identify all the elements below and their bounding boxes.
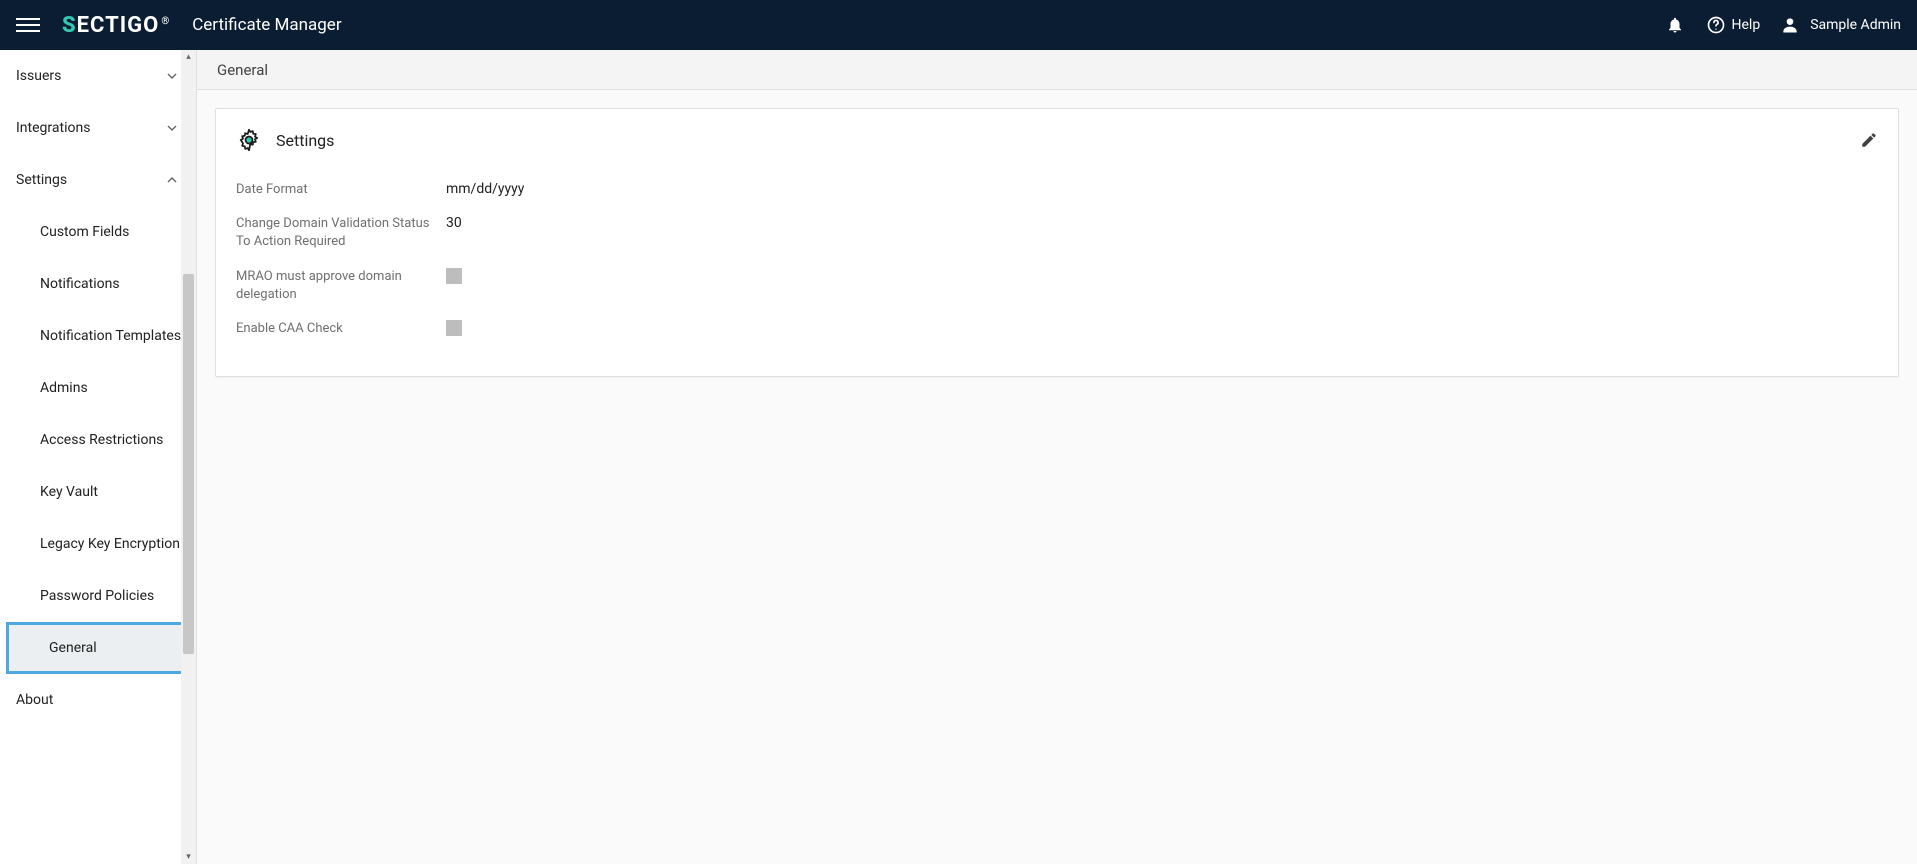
sidebar-item-legacy-key-encryption[interactable]: Legacy Key Encryption xyxy=(0,518,196,570)
sidebar-scrollbar[interactable]: ▴ ▾ xyxy=(181,50,196,864)
scroll-track[interactable] xyxy=(181,64,196,850)
sidebar-item-general[interactable]: General xyxy=(6,622,190,674)
sidebar-item-label: Notifications xyxy=(40,276,120,292)
settings-card: Settings Date Format mm/dd/yyyy Change D… xyxy=(215,108,1899,377)
sidebar-item-key-vault[interactable]: Key Vault xyxy=(0,466,196,518)
sidebar-item-about[interactable]: About xyxy=(0,674,196,726)
field-label: MRAO must approve domain delegation xyxy=(236,268,446,304)
sidebar-item-label: Issuers xyxy=(16,68,61,84)
field-value: 30 xyxy=(446,215,462,231)
scroll-thumb[interactable] xyxy=(183,274,194,654)
chevron-up-icon xyxy=(164,172,180,188)
sidebar-item-label: Password Policies xyxy=(40,588,154,604)
user-menu[interactable]: Sample Admin xyxy=(1780,15,1901,35)
sidebar-item-password-policies[interactable]: Password Policies xyxy=(0,570,196,622)
menu-icon[interactable] xyxy=(16,13,40,37)
row-enable-caa: Enable CAA Check xyxy=(236,312,1878,348)
checkbox-caa[interactable] xyxy=(446,320,462,336)
sidebar-item-label: Legacy Key Encryption xyxy=(40,536,180,552)
sidebar-item-label: Custom Fields xyxy=(40,224,129,240)
bell-icon[interactable] xyxy=(1664,14,1686,36)
sidebar-item-label: Admins xyxy=(40,380,88,396)
edit-button[interactable] xyxy=(1860,131,1878,149)
sidebar-item-label: Key Vault xyxy=(40,484,98,500)
app-title: Certificate Manager xyxy=(192,15,341,35)
sidebar-item-label: Notification Templates xyxy=(40,328,181,344)
sidebar-item-label: About xyxy=(16,692,53,708)
top-bar: S ECTIGO ® Certificate Manager Help Samp… xyxy=(0,0,1917,50)
chevron-down-icon xyxy=(164,120,180,136)
scroll-up-icon[interactable]: ▴ xyxy=(186,50,191,64)
sidebar-item-custom-fields[interactable]: Custom Fields xyxy=(0,206,196,258)
sidebar-item-label: Settings xyxy=(16,172,67,188)
field-value: mm/dd/yyyy xyxy=(446,181,524,197)
sidebar: Issuers Integrations Settings Custom Fie… xyxy=(0,50,197,864)
gear-icon xyxy=(236,127,262,153)
sidebar-item-issuers[interactable]: Issuers xyxy=(0,50,196,102)
logo-s: S xyxy=(62,13,77,38)
row-change-status: Change Domain Validation Status To Actio… xyxy=(236,207,1878,259)
sidebar-item-settings[interactable]: Settings xyxy=(0,154,196,206)
help-button[interactable]: Help xyxy=(1706,15,1761,35)
logo-rest: ECTIGO xyxy=(77,13,160,38)
sidebar-item-admins[interactable]: Admins xyxy=(0,362,196,414)
row-date-format: Date Format mm/dd/yyyy xyxy=(236,173,1878,207)
sidebar-item-label: General xyxy=(49,640,97,656)
sidebar-item-notification-templates[interactable]: Notification Templates xyxy=(0,310,196,362)
page-title: General xyxy=(217,61,268,79)
field-label: Enable CAA Check xyxy=(236,320,446,338)
checkbox-mrao[interactable] xyxy=(446,268,462,284)
sidebar-item-access-restrictions[interactable]: Access Restrictions xyxy=(0,414,196,466)
user-name: Sample Admin xyxy=(1810,17,1901,33)
field-label: Date Format xyxy=(236,181,446,199)
field-label: Change Domain Validation Status To Actio… xyxy=(236,215,446,251)
logo-reg: ® xyxy=(161,16,170,27)
scroll-down-icon[interactable]: ▾ xyxy=(186,850,191,864)
row-mrao-approve: MRAO must approve domain delegation xyxy=(236,260,1878,312)
sidebar-item-label: Integrations xyxy=(16,120,90,136)
logo[interactable]: S ECTIGO ® xyxy=(62,13,170,38)
main-content: General Settings Date xyxy=(197,50,1917,864)
chevron-down-icon xyxy=(164,68,180,84)
sidebar-item-notifications[interactable]: Notifications xyxy=(0,258,196,310)
sidebar-item-label: Access Restrictions xyxy=(40,432,163,448)
card-title: Settings xyxy=(276,131,334,150)
help-label: Help xyxy=(1732,17,1761,33)
page-header: General xyxy=(197,50,1917,90)
sidebar-item-integrations[interactable]: Integrations xyxy=(0,102,196,154)
